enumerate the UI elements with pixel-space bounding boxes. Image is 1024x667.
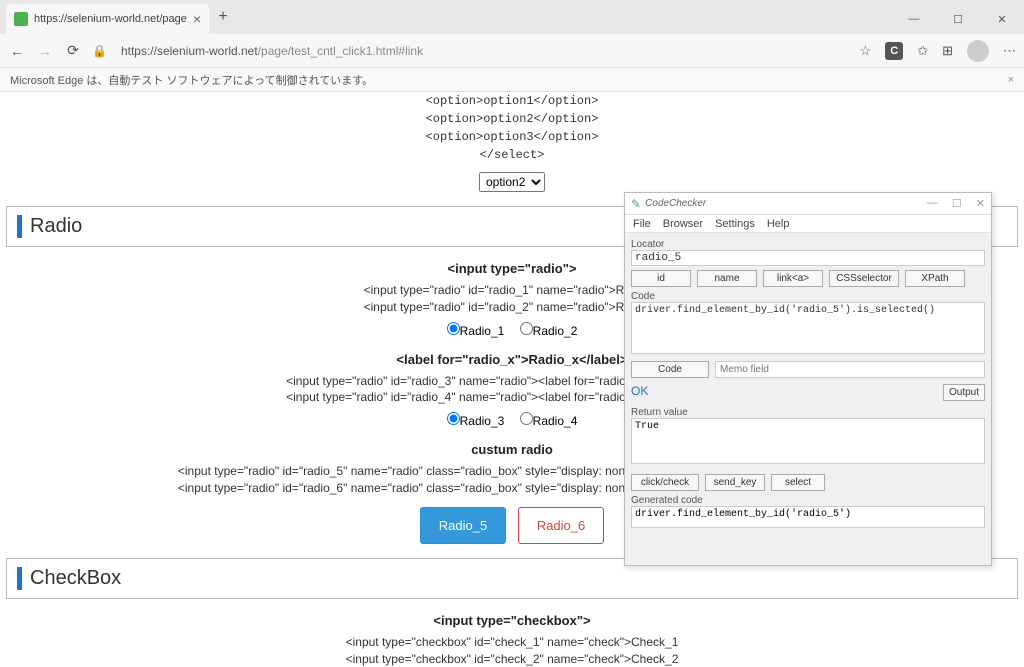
back-icon[interactable]: ← [8,43,26,59]
code-line: <option>option3</option> [6,128,1018,146]
menu-help[interactable]: Help [767,218,790,230]
address-bar: ← → ⟳ 🔒 https://selenium-world.net/page/… [0,34,1024,68]
locator-input[interactable] [631,250,985,266]
url-host: https://selenium-world.net [121,44,258,58]
memo-input[interactable] [715,361,985,378]
radio-label: Radio_3 [460,414,505,428]
collections-icon[interactable]: ⊞ [942,43,953,59]
menu-settings[interactable]: Settings [715,218,755,230]
checkbox-sub1: <input type="checkbox"> [6,613,1018,628]
window-titlebar: https://selenium-world.net/page × + — ☐ … [0,0,1024,34]
id-button[interactable]: id [631,270,691,287]
tool-titlebar[interactable]: ✎ CodeChecker — ☐ ✕ [625,193,991,215]
code-textarea[interactable]: driver.find_element_by_id('radio_5').is_… [631,302,985,354]
locator-label: Locator [631,239,985,250]
return-value-box: True [631,418,985,464]
window-minimize-icon[interactable]: — [892,4,936,34]
extension-c-icon[interactable]: C [885,42,903,60]
select-button[interactable]: select [771,474,825,491]
url-input[interactable]: https://selenium-world.net/page/test_cnt… [117,44,850,58]
feather-icon: ✎ [631,197,641,211]
more-icon[interactable]: ⋯ [1003,43,1016,59]
browser-tab[interactable]: https://selenium-world.net/page × [6,4,209,34]
xpath-button[interactable]: XPath [905,270,965,287]
refresh-icon[interactable]: ⟳ [64,42,82,59]
code-button[interactable]: Code [631,361,709,378]
automation-infobar: Microsoft Edge は、自動テスト ソフトウェアによって制御されていま… [0,68,1024,92]
tool-menubar: File Browser Settings Help [625,215,991,233]
generated-label: Generated code [631,495,985,506]
tool-maximize-icon[interactable]: ☐ [952,197,962,210]
codechecker-window: ✎ CodeChecker — ☐ ✕ File Browser Setting… [624,192,992,566]
code-line: <option>option1</option> [6,92,1018,110]
radio-2[interactable]: Radio_2 [520,324,578,338]
favicon [14,12,28,26]
generated-code-box: driver.find_element_by_id('radio_5') [631,506,985,528]
radio-6-button[interactable]: Radio_6 [518,507,604,544]
infobar-text: Microsoft Edge は、自動テスト ソフトウェアによって制御されていま… [10,72,373,88]
code-line: <option>option2</option> [6,110,1018,128]
tool-title: CodeChecker [645,198,706,209]
window-close-icon[interactable]: ✕ [980,4,1024,34]
url-path: /page/test_cntl_click1.html#link [258,44,423,58]
return-value: True [635,421,659,432]
checkbox-heading: CheckBox [17,567,1007,590]
favorites-list-icon[interactable]: ✩ [917,43,928,59]
window-maximize-icon[interactable]: ☐ [936,4,980,34]
forward-icon: → [36,43,54,59]
radio-4-input[interactable] [520,412,533,425]
radio-3-input[interactable] [447,412,460,425]
return-label: Return value [631,407,985,418]
code-line: <input type="checkbox" id="check_1" name… [6,634,1018,651]
menu-browser[interactable]: Browser [663,218,703,230]
name-button[interactable]: name [697,270,757,287]
generated-code: driver.find_element_by_id('radio_5') [635,509,851,520]
new-tab-button[interactable]: + [209,8,237,26]
radio-label: Radio_4 [533,414,578,428]
code-line: </select> [6,146,1018,164]
click-check-button[interactable]: click/check [631,474,699,491]
radio-label: Radio_1 [460,324,505,338]
radio-1[interactable]: Radio_1 [447,324,505,338]
cssselector-button[interactable]: CSSselector [829,270,899,287]
radio-1-input[interactable] [447,322,460,335]
lock-icon[interactable]: 🔒 [92,44,107,58]
code-line: <input type="checkbox" id="check_2" name… [6,651,1018,667]
favorite-icon[interactable]: ☆ [860,43,872,59]
tool-minimize-icon[interactable]: — [927,197,938,210]
tool-close-icon[interactable]: ✕ [976,197,985,210]
radio-label: Radio_2 [533,324,578,338]
output-button[interactable]: Output [943,384,985,401]
select-code-snippet: <option>option1</option> <option>option2… [6,92,1018,164]
tab-title: https://selenium-world.net/page [34,13,187,25]
radio-5-button[interactable]: Radio_5 [420,507,506,544]
code-label: Code [631,291,985,302]
radio-4[interactable]: Radio_4 [520,414,578,428]
link-button[interactable]: link<a> [763,270,823,287]
send-key-button[interactable]: send_key [705,474,765,491]
radio-3[interactable]: Radio_3 [447,414,505,428]
profile-avatar-icon[interactable] [967,40,989,62]
menu-file[interactable]: File [633,218,651,230]
select-demo[interactable]: option2 [479,172,545,192]
infobar-close-icon[interactable]: × [1008,74,1014,86]
tab-close-icon[interactable]: × [193,11,201,27]
radio-2-input[interactable] [520,322,533,335]
